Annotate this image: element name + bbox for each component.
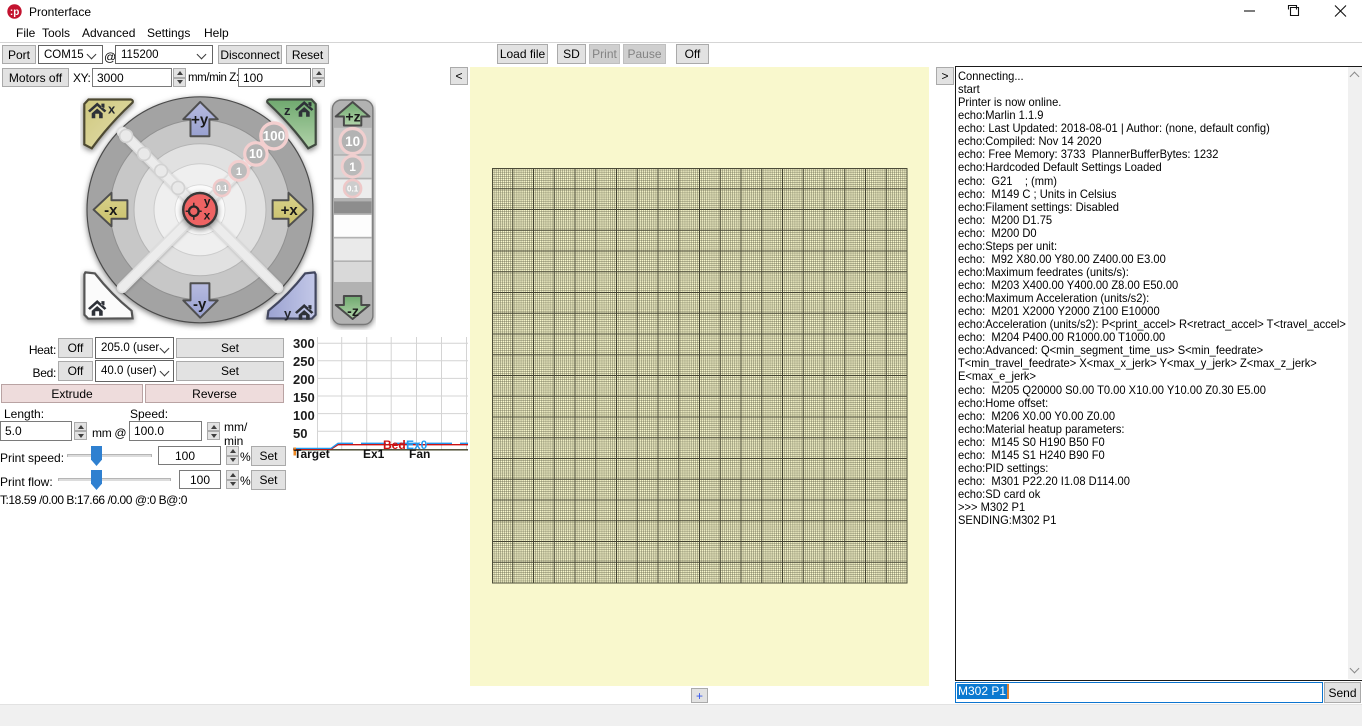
svg-text:-y: -y [193,296,207,313]
svg-text:Target: Target [294,447,330,461]
svg-text:y: y [204,194,211,208]
svg-text:300: 300 [293,336,315,351]
svg-text:y: y [284,306,292,321]
svg-text:200: 200 [293,372,315,387]
svg-text:250: 250 [293,354,315,369]
svg-text:z: z [284,103,291,118]
svg-text:50: 50 [293,426,307,441]
svg-text:1: 1 [236,166,242,178]
svg-text:Ex1: Ex1 [363,447,385,461]
svg-text:x: x [204,208,211,222]
svg-text:-x: -x [104,202,118,219]
svg-text:+x: +x [281,202,299,219]
svg-text:0.1: 0.1 [347,184,359,193]
svg-text:150: 150 [293,390,315,405]
svg-text:Bed: Bed [383,438,406,452]
svg-text:1: 1 [349,160,356,174]
svg-text:100: 100 [293,408,315,423]
svg-text:Ex0: Ex0 [406,438,428,452]
svg-text:x: x [108,102,116,117]
svg-text:-z: -z [347,303,359,319]
svg-text:0.1: 0.1 [216,184,228,193]
svg-text:+y: +y [191,112,209,129]
svg-text:10: 10 [249,147,263,161]
svg-text:10: 10 [345,134,360,149]
svg-text::p: :p [10,7,19,18]
svg-text:100: 100 [263,129,286,144]
svg-text:+z: +z [345,109,360,125]
